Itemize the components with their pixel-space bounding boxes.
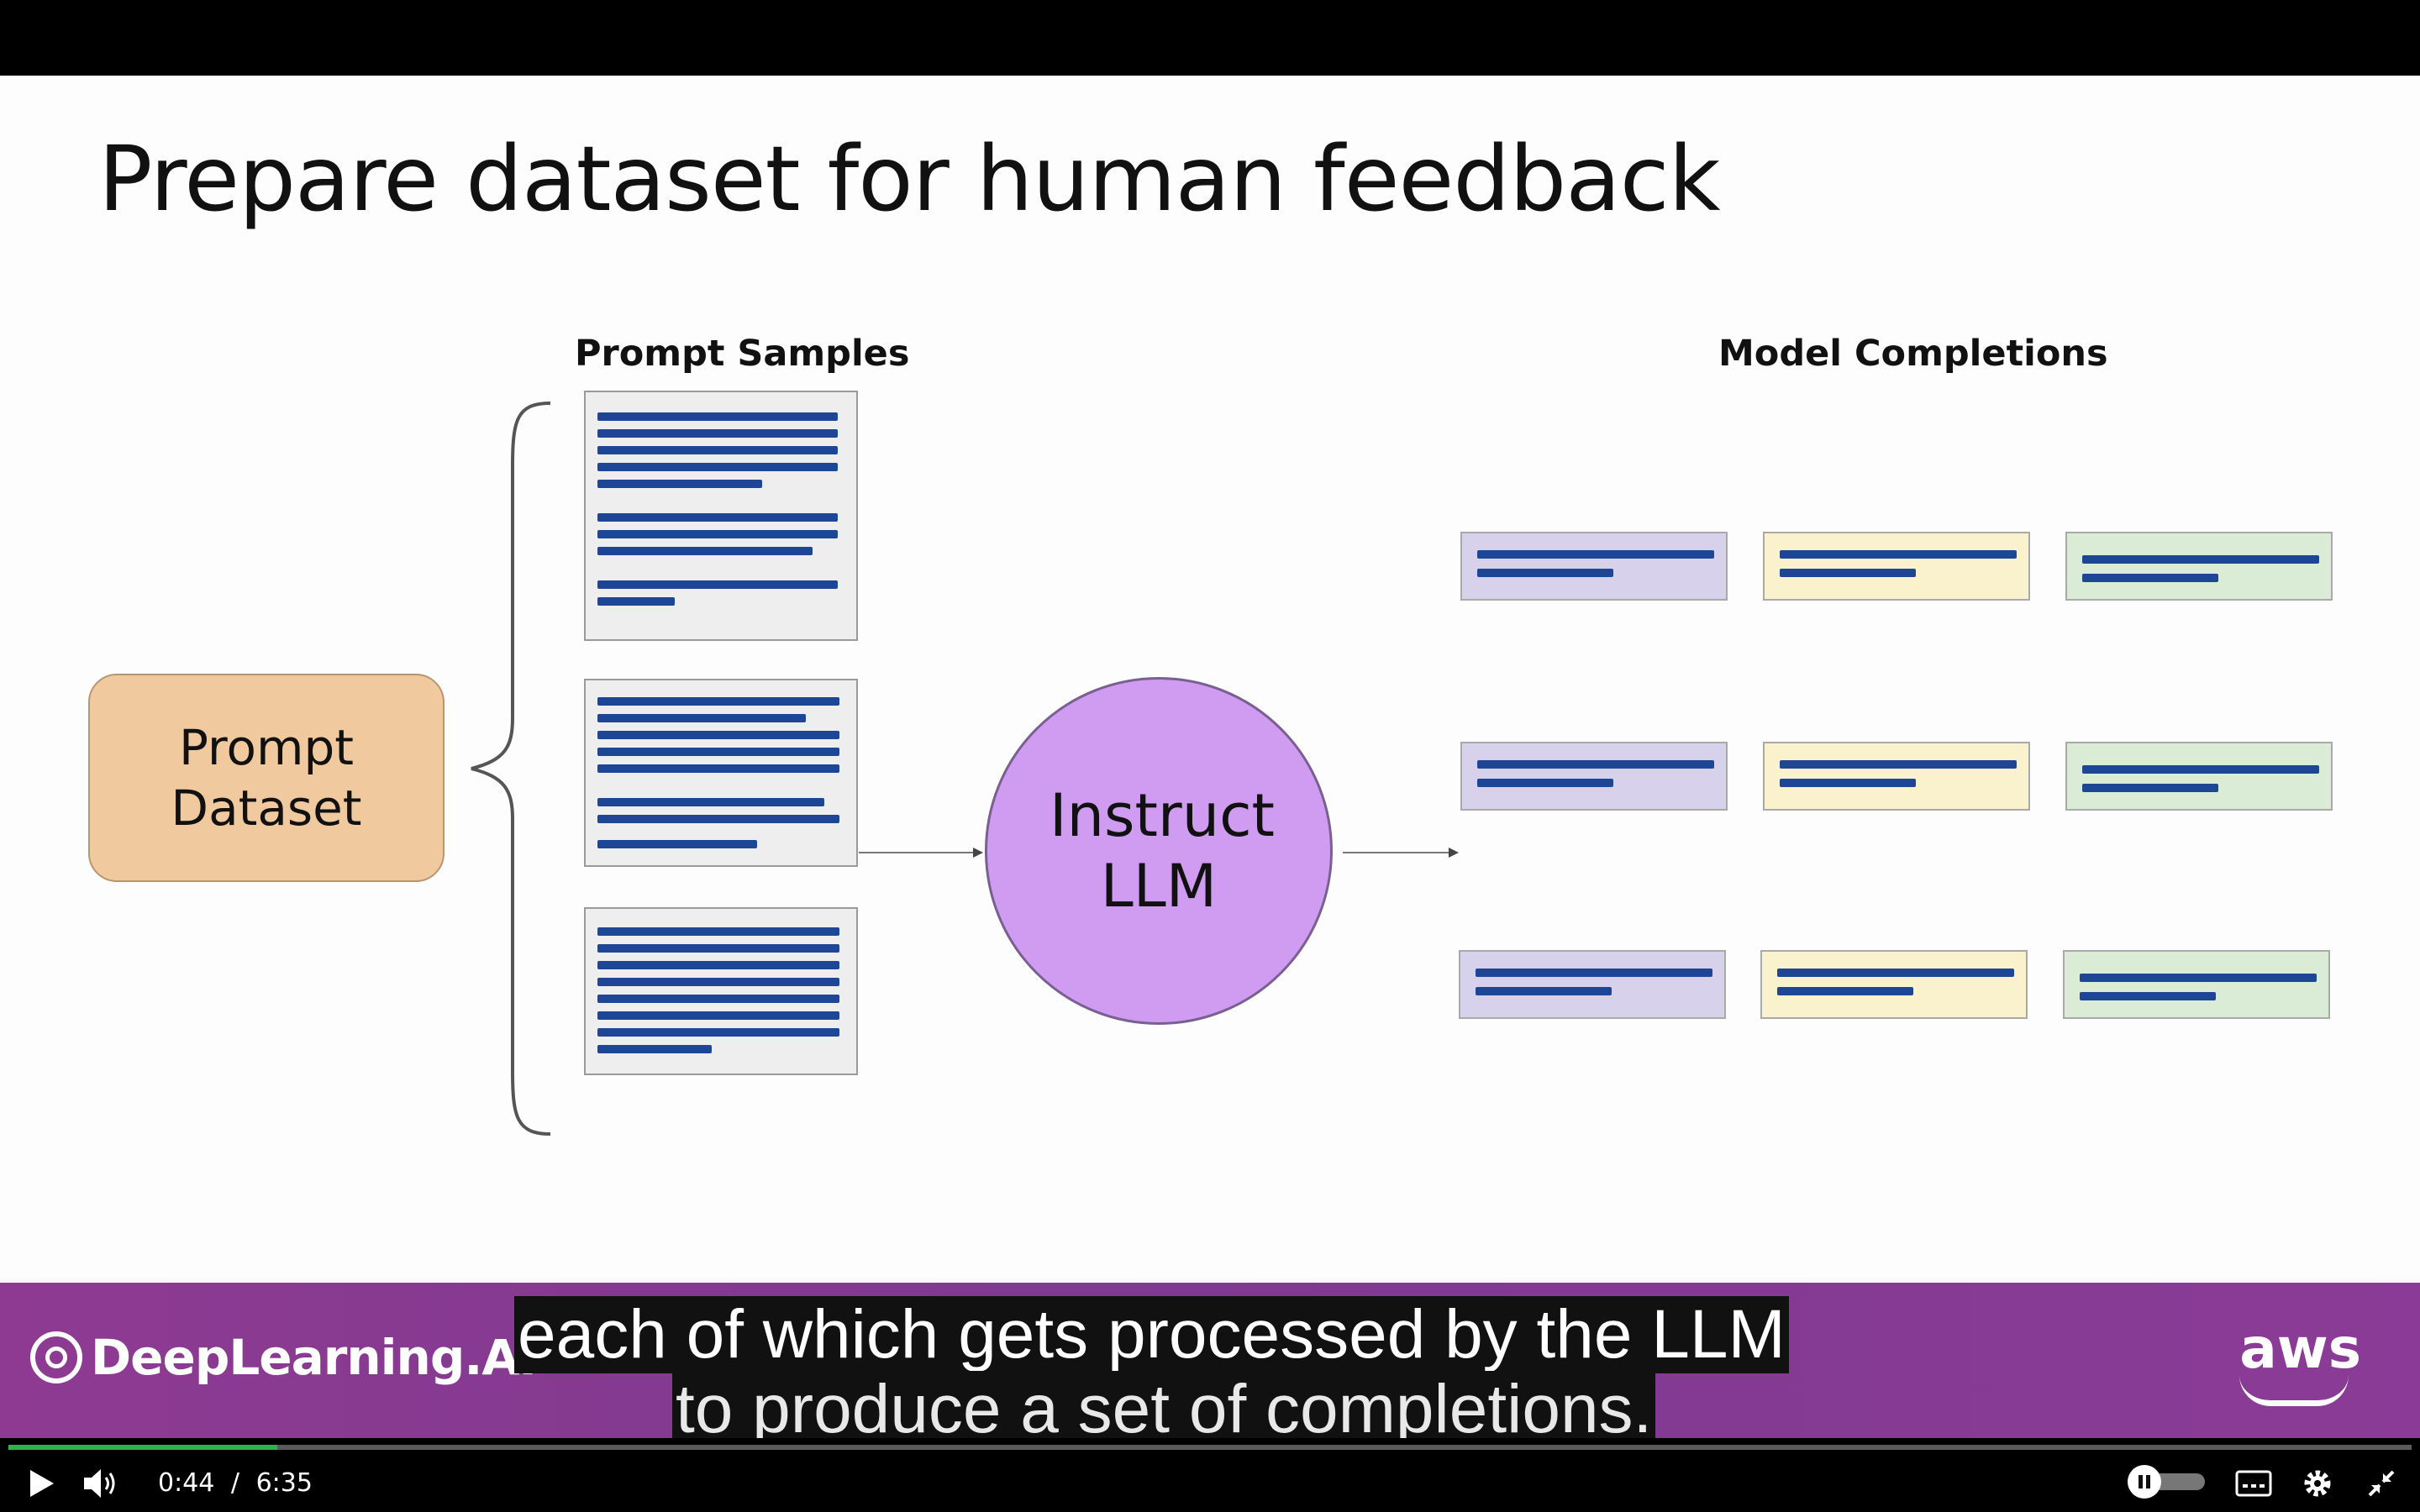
caption-line-2: to produce a set of completions. [672, 1371, 1656, 1438]
prompt-dataset-box: Prompt Dataset [88, 674, 445, 882]
completion-card [1460, 532, 1728, 601]
completion-card [2063, 950, 2330, 1019]
duration: 6:35 [255, 1468, 313, 1498]
settings-icon[interactable] [2301, 1467, 2334, 1500]
prompt-samples-label: Prompt Samples [575, 333, 910, 375]
model-completions-label: Model Completions [1718, 333, 2108, 375]
arrow-to-completions [1343, 848, 1459, 858]
exit-fullscreen-icon[interactable] [2366, 1468, 2396, 1499]
play-icon[interactable] [27, 1468, 55, 1499]
player-controls: 0:44 / 6:35 [0, 1438, 2420, 1512]
deeplearning-ai-icon [30, 1331, 82, 1383]
completion-card [1760, 950, 2028, 1019]
aws-smile-icon [2239, 1375, 2349, 1406]
completion-card [1460, 742, 1728, 811]
completion-card [2065, 532, 2333, 601]
arrow-to-llm [859, 848, 983, 858]
prompt-dataset-label: Prompt Dataset [171, 719, 362, 837]
aws-logo: aws [2239, 1316, 2361, 1406]
time-separator: / [230, 1468, 240, 1498]
deeplearning-ai-wordmark: DeepLearning.AI [91, 1329, 537, 1386]
deeplearning-ai-logo: DeepLearning.AI [30, 1329, 537, 1386]
completion-card [1459, 950, 1726, 1019]
prompt-sample-doc-2 [584, 679, 858, 867]
prompt-sample-doc-3 [584, 907, 858, 1075]
slide-title: Prepare dataset for human feedback [98, 128, 1721, 232]
captions-icon[interactable] [2235, 1468, 2272, 1499]
completion-card [2065, 742, 2333, 811]
current-time: 0:44 [158, 1468, 215, 1498]
grouping-brace [471, 402, 551, 1136]
autoplay-toggle-icon [2128, 1465, 2161, 1499]
caption-line-1: each of which gets processed by the LLM [514, 1296, 1789, 1373]
aws-wordmark: aws [2239, 1316, 2361, 1381]
volume-icon[interactable] [82, 1467, 119, 1500]
llm-label: Instruct LLM [1050, 781, 1276, 921]
instruct-llm-circle: Instruct LLM [985, 677, 1333, 1025]
progress-bar[interactable] [8, 1445, 2412, 1450]
prompt-sample-doc-1 [584, 391, 858, 641]
slide: Prepare dataset for human feedback Promp… [0, 76, 2420, 1283]
autoplay-toggle[interactable] [2128, 1465, 2205, 1499]
progress-bar-fill [8, 1445, 278, 1450]
completion-card [1763, 532, 2030, 601]
completion-card [1763, 742, 2030, 811]
